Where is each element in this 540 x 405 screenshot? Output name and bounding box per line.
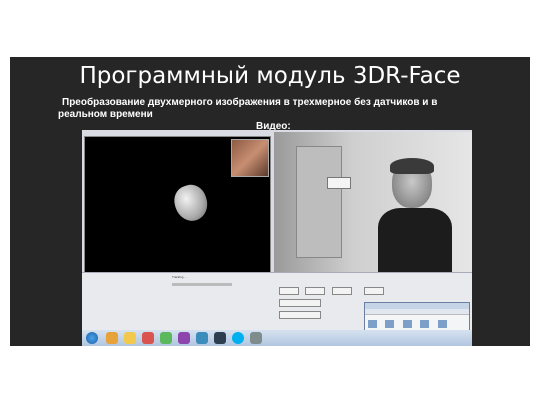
stop-data-button[interactable] (364, 287, 384, 295)
start-capture-button[interactable] (279, 287, 299, 295)
person-hair (390, 158, 434, 174)
slider-track[interactable] (172, 282, 232, 286)
overview-button[interactable] (332, 287, 352, 295)
folder-icon[interactable] (385, 320, 395, 328)
face-thumbnail (231, 139, 269, 177)
3d-face-mask (170, 180, 212, 226)
door-image (296, 146, 351, 258)
settings-icon[interactable] (250, 332, 262, 344)
browser-icon[interactable] (106, 332, 118, 344)
mode-dropdown[interactable] (279, 299, 321, 307)
folder-icon[interactable] (437, 320, 447, 328)
slide-title: Программный модуль 3DR-Face (79, 63, 461, 89)
listen-button[interactable] (305, 287, 325, 295)
panel-stats: Tracking ... (172, 275, 232, 289)
app-icon[interactable] (160, 332, 172, 344)
slide-subtitle: Преобразование двухмерного изображения в… (58, 97, 438, 120)
folder-icon[interactable] (368, 320, 377, 328)
mail-icon[interactable] (196, 332, 208, 344)
explorer-toolbar[interactable] (365, 309, 469, 315)
taskbar (82, 330, 472, 346)
folder-icon[interactable] (420, 320, 430, 328)
video-screenshot[interactable]: Tracking ... (82, 130, 472, 346)
output-dropdown[interactable] (279, 311, 321, 319)
person-torso (378, 208, 452, 272)
folder-icon[interactable] (402, 320, 412, 328)
door-sign (327, 177, 351, 189)
3d-view-window[interactable] (84, 136, 271, 274)
windows-start-icon[interactable] (86, 332, 98, 344)
chat-icon[interactable] (178, 332, 190, 344)
panel-text: Tracking ... (172, 275, 187, 279)
slide: Программный модуль 3DR-Face Преобразован… (10, 57, 530, 346)
person-image (378, 158, 452, 272)
skype-icon[interactable] (232, 332, 244, 344)
camera-window[interactable] (274, 132, 472, 272)
terminal-icon[interactable] (214, 332, 226, 344)
media-icon[interactable] (142, 332, 154, 344)
folder-icon[interactable] (124, 332, 136, 344)
